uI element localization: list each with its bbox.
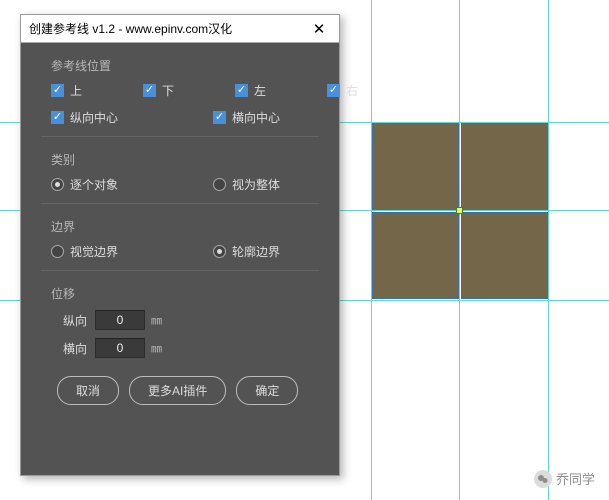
checkbox-label: 横向中心 bbox=[232, 109, 280, 126]
offset-horizontal-label: 横向 bbox=[51, 340, 87, 357]
offset-horizontal-input[interactable] bbox=[95, 338, 145, 358]
radio-icon bbox=[213, 178, 226, 191]
radio-visual-bounds[interactable]: 视觉边界 bbox=[51, 243, 191, 260]
radio-label: 视为整体 bbox=[232, 176, 280, 193]
checkbox-vcenter[interactable]: 纵向中心 bbox=[51, 109, 191, 126]
checkbox-label: 纵向中心 bbox=[70, 109, 118, 126]
guide-vertical bbox=[459, 0, 460, 500]
separator bbox=[41, 270, 319, 271]
radio-each-object[interactable]: 逐个对象 bbox=[51, 176, 191, 193]
radio-as-whole[interactable]: 视为整体 bbox=[213, 176, 323, 193]
watermark: 乔同学 bbox=[534, 469, 595, 488]
radio-icon bbox=[51, 245, 64, 258]
titlebar[interactable]: 创建参考线 v1.2 - www.epinv.com汉化 ✕ bbox=[21, 15, 339, 43]
checkbox-label: 上 bbox=[70, 82, 82, 99]
checkbox-icon bbox=[51, 84, 64, 97]
anchor-point[interactable] bbox=[456, 207, 463, 214]
checkbox-icon bbox=[143, 84, 156, 97]
shape-rect[interactable] bbox=[372, 123, 459, 210]
group-label-offset: 位移 bbox=[51, 285, 319, 302]
guide-vertical bbox=[548, 0, 549, 500]
checkbox-left[interactable]: 左 bbox=[235, 82, 305, 99]
checkbox-right[interactable]: 右 bbox=[327, 82, 397, 99]
watermark-text: 乔同学 bbox=[556, 469, 595, 488]
radio-label: 视觉边界 bbox=[70, 243, 118, 260]
radio-icon bbox=[51, 178, 64, 191]
group-label-position: 参考线位置 bbox=[51, 57, 319, 74]
separator bbox=[41, 203, 319, 204]
checkbox-icon bbox=[327, 84, 340, 97]
checkbox-hcenter[interactable]: 横向中心 bbox=[213, 109, 323, 126]
checkbox-icon bbox=[235, 84, 248, 97]
unit-label: ㎜ bbox=[151, 312, 162, 328]
ok-button[interactable]: 确定 bbox=[236, 376, 298, 405]
more-plugins-button[interactable]: 更多AI插件 bbox=[129, 376, 226, 405]
group-label-category: 类别 bbox=[51, 151, 319, 168]
separator bbox=[41, 136, 319, 137]
offset-vertical-input[interactable] bbox=[95, 310, 145, 330]
radio-icon bbox=[213, 245, 226, 258]
checkbox-label: 下 bbox=[162, 82, 174, 99]
shape-rect[interactable] bbox=[461, 212, 548, 299]
radio-outline-bounds[interactable]: 轮廓边界 bbox=[213, 243, 323, 260]
wechat-icon bbox=[534, 470, 552, 488]
cancel-button[interactable]: 取消 bbox=[57, 376, 119, 405]
group-label-bounds: 边界 bbox=[51, 218, 319, 235]
close-icon[interactable]: ✕ bbox=[299, 15, 339, 42]
offset-vertical-label: 纵向 bbox=[51, 312, 87, 329]
create-guides-dialog: 创建参考线 v1.2 - www.epinv.com汉化 ✕ 参考线位置 上 下… bbox=[20, 14, 340, 476]
shape-rect[interactable] bbox=[461, 123, 548, 210]
checkbox-icon bbox=[213, 111, 226, 124]
checkbox-label: 右 bbox=[346, 82, 358, 99]
checkbox-bottom[interactable]: 下 bbox=[143, 82, 213, 99]
unit-label: ㎜ bbox=[151, 340, 162, 356]
dialog-title: 创建参考线 v1.2 - www.epinv.com汉化 bbox=[29, 20, 299, 37]
radio-label: 逐个对象 bbox=[70, 176, 118, 193]
checkbox-top[interactable]: 上 bbox=[51, 82, 121, 99]
radio-label: 轮廓边界 bbox=[232, 243, 280, 260]
checkbox-label: 左 bbox=[254, 82, 266, 99]
shape-rect[interactable] bbox=[372, 212, 459, 299]
checkbox-icon bbox=[51, 111, 64, 124]
